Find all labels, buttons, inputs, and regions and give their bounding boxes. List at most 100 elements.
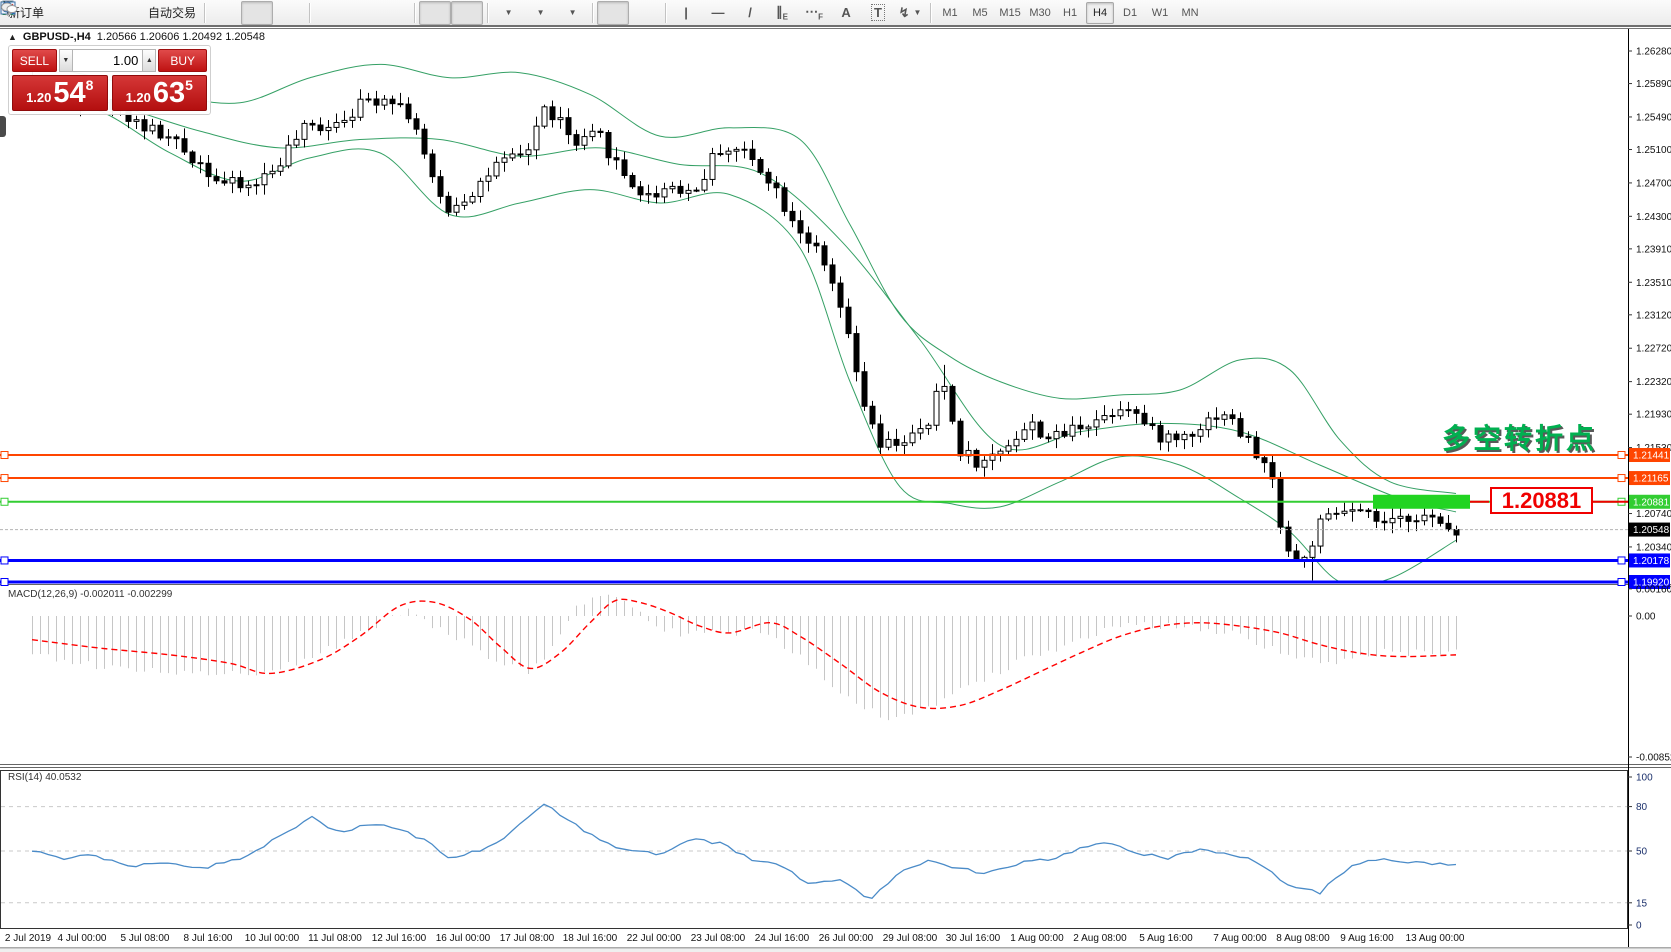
rsi-indicator-label: RSI(14) 40.0532 <box>8 772 81 783</box>
date-tick-label: 8 Jul 16:00 <box>184 933 233 944</box>
auto-trading-button[interactable]: 自动交易 <box>144 1 200 25</box>
price-tick-label: 1.22320 <box>1636 377 1671 388</box>
sell-price-big: 54 <box>53 79 85 108</box>
channel-tool[interactable]: ∥E <box>766 1 798 25</box>
timeframe-M1[interactable]: M1 <box>936 2 964 24</box>
buy-button[interactable]: BUY <box>158 49 207 72</box>
text-tool[interactable]: A <box>830 1 862 25</box>
bar-chart-button[interactable] <box>209 1 241 25</box>
macd-indicator-label: MACD(12,26,9) -0.002011 -0.002299 <box>8 589 172 600</box>
zoom-in-button[interactable] <box>314 1 346 25</box>
fibonacci-tool[interactable]: ⋯F <box>798 1 830 25</box>
price-tick-label: 1.20740 <box>1636 509 1671 520</box>
sell-price-button[interactable]: 1.20 54 8 <box>12 75 108 111</box>
date-tick-label: 18 Jul 16:00 <box>563 933 618 944</box>
trendline-tool[interactable]: / <box>734 1 766 25</box>
toolbar-separator <box>309 3 310 23</box>
toolbar-separator <box>665 3 666 23</box>
buy-price-button[interactable]: 1.20 63 5 <box>112 75 208 111</box>
volume-increase-button[interactable]: ▲ <box>142 49 156 72</box>
chart-shift-button[interactable] <box>451 1 483 25</box>
line-chart-button[interactable] <box>273 1 305 25</box>
horizontal-line-tool[interactable]: — <box>702 1 734 25</box>
macd-tick-label: 0.00 <box>1636 612 1656 623</box>
timeframe-M30[interactable]: M30 <box>1026 2 1054 24</box>
periods-button[interactable]: ▼ <box>524 1 556 25</box>
toolbar-separator <box>930 3 931 23</box>
arrows-tool[interactable]: ↯▼ <box>894 1 926 25</box>
macd-signal-line <box>32 599 1456 708</box>
symbol-ohlc-line: ▲ GBPUSD-,H4 1.20566 1.20606 1.20492 1.2… <box>8 31 265 43</box>
volume-input[interactable]: 1.00 <box>73 49 142 72</box>
hline-right-handle[interactable] <box>1618 557 1625 564</box>
date-tick-label: 26 Jul 00:00 <box>819 933 874 944</box>
chat-icon <box>0 0 18 16</box>
bollinger-lower <box>32 98 1456 586</box>
turning-point-annotation[interactable]: 多空转折点 <box>1442 417 1632 457</box>
new-chart-button[interactable]: ▼ <box>492 1 524 25</box>
hline-left-handle[interactable] <box>1 452 8 459</box>
timeframe-W1[interactable]: W1 <box>1146 2 1174 24</box>
dropdown-caret: ▼ <box>914 8 922 17</box>
price-tick-label: 1.25490 <box>1636 112 1671 123</box>
date-tick-label: 2 Jul 2019 <box>5 933 52 944</box>
date-tick-label: 5 Jul 08:00 <box>121 933 170 944</box>
price-tick-label: 1.24700 <box>1636 178 1671 189</box>
chart-canvas[interactable]: 1.262801.258901.254901.251001.247001.243… <box>0 0 1671 952</box>
zoom-out-button[interactable] <box>346 1 378 25</box>
indicators-button[interactable]: ▼ <box>556 1 588 25</box>
macd-tick-label: -0.008522 <box>1636 753 1671 764</box>
crosshair-tool-button[interactable] <box>629 1 661 25</box>
timeframe-M15[interactable]: M15 <box>996 2 1024 24</box>
trade-panel-price-row: 1.20 54 8 1.20 63 5 <box>12 75 207 111</box>
tile-windows-button[interactable] <box>378 1 410 25</box>
buy-price-head: 1.20 <box>126 88 151 108</box>
collapse-triangle-icon[interactable]: ▲ <box>8 32 17 42</box>
timeframe-D1[interactable]: D1 <box>1116 2 1144 24</box>
hline-left-handle[interactable] <box>1 557 8 564</box>
toolbar-separator <box>204 3 205 23</box>
highlight-rectangle[interactable] <box>1373 495 1470 509</box>
search-button[interactable] <box>1601 1 1633 25</box>
price-tick-label: 1.22720 <box>1636 344 1671 355</box>
arrows-icon: ↯ <box>899 5 910 21</box>
cursor-tool-button[interactable] <box>597 1 629 25</box>
date-tick-label: 13 Aug 00:00 <box>1406 933 1465 944</box>
vertical-line-tool[interactable]: | <box>670 1 702 25</box>
date-tick-label: 5 Aug 16:00 <box>1139 933 1193 944</box>
label-tool[interactable]: T <box>862 1 894 25</box>
price-axis: 1.262801.258901.254901.251001.247001.243… <box>1628 47 1671 932</box>
price-badge-label: 1.20178 <box>1633 556 1670 567</box>
price-callout-box[interactable]: 1.20881 <box>1490 487 1593 514</box>
rsi-tick-label: 80 <box>1636 802 1648 813</box>
toolbar-separator <box>414 3 415 23</box>
price-badge-label: 1.21165 <box>1633 474 1669 485</box>
date-tick-label: 24 Jul 16:00 <box>755 933 810 944</box>
data-window-button[interactable] <box>80 1 112 25</box>
chat-button[interactable] <box>1633 1 1665 25</box>
timeframe-H1[interactable]: H1 <box>1056 2 1084 24</box>
timeframe-M5[interactable]: M5 <box>966 2 994 24</box>
sell-button[interactable]: SELL <box>12 49 57 72</box>
hline-left-handle[interactable] <box>1 475 8 482</box>
candlestick-chart-button[interactable] <box>241 1 273 25</box>
time-axis[interactable]: 2 Jul 20194 Jul 00:005 Jul 08:008 Jul 16… <box>5 933 1465 944</box>
toolbar-separator <box>592 3 593 23</box>
vertical-line-icon: | <box>684 5 688 20</box>
volume-decrease-button[interactable]: ▼ <box>59 49 73 72</box>
buy-price-big: 63 <box>153 79 185 108</box>
navigator-button[interactable] <box>112 1 144 25</box>
hline-right-handle[interactable] <box>1618 475 1625 482</box>
timeframe-H4[interactable]: H4 <box>1086 2 1114 24</box>
timeframe-MN[interactable]: MN <box>1176 2 1204 24</box>
fibonacci-icon: ⋯F <box>805 4 823 22</box>
market-watch-button[interactable] <box>48 1 80 25</box>
rsi-tick-label: 15 <box>1636 898 1648 909</box>
hline-left-handle[interactable] <box>1 578 8 585</box>
price-badge-label: 1.20548 <box>1633 525 1670 536</box>
hline-right-handle[interactable] <box>1618 578 1625 585</box>
auto-scroll-button[interactable] <box>419 1 451 25</box>
candles-series <box>30 70 1459 580</box>
trade-panel-collapse-tab[interactable] <box>0 116 6 137</box>
hline-left-handle[interactable] <box>1 498 8 505</box>
